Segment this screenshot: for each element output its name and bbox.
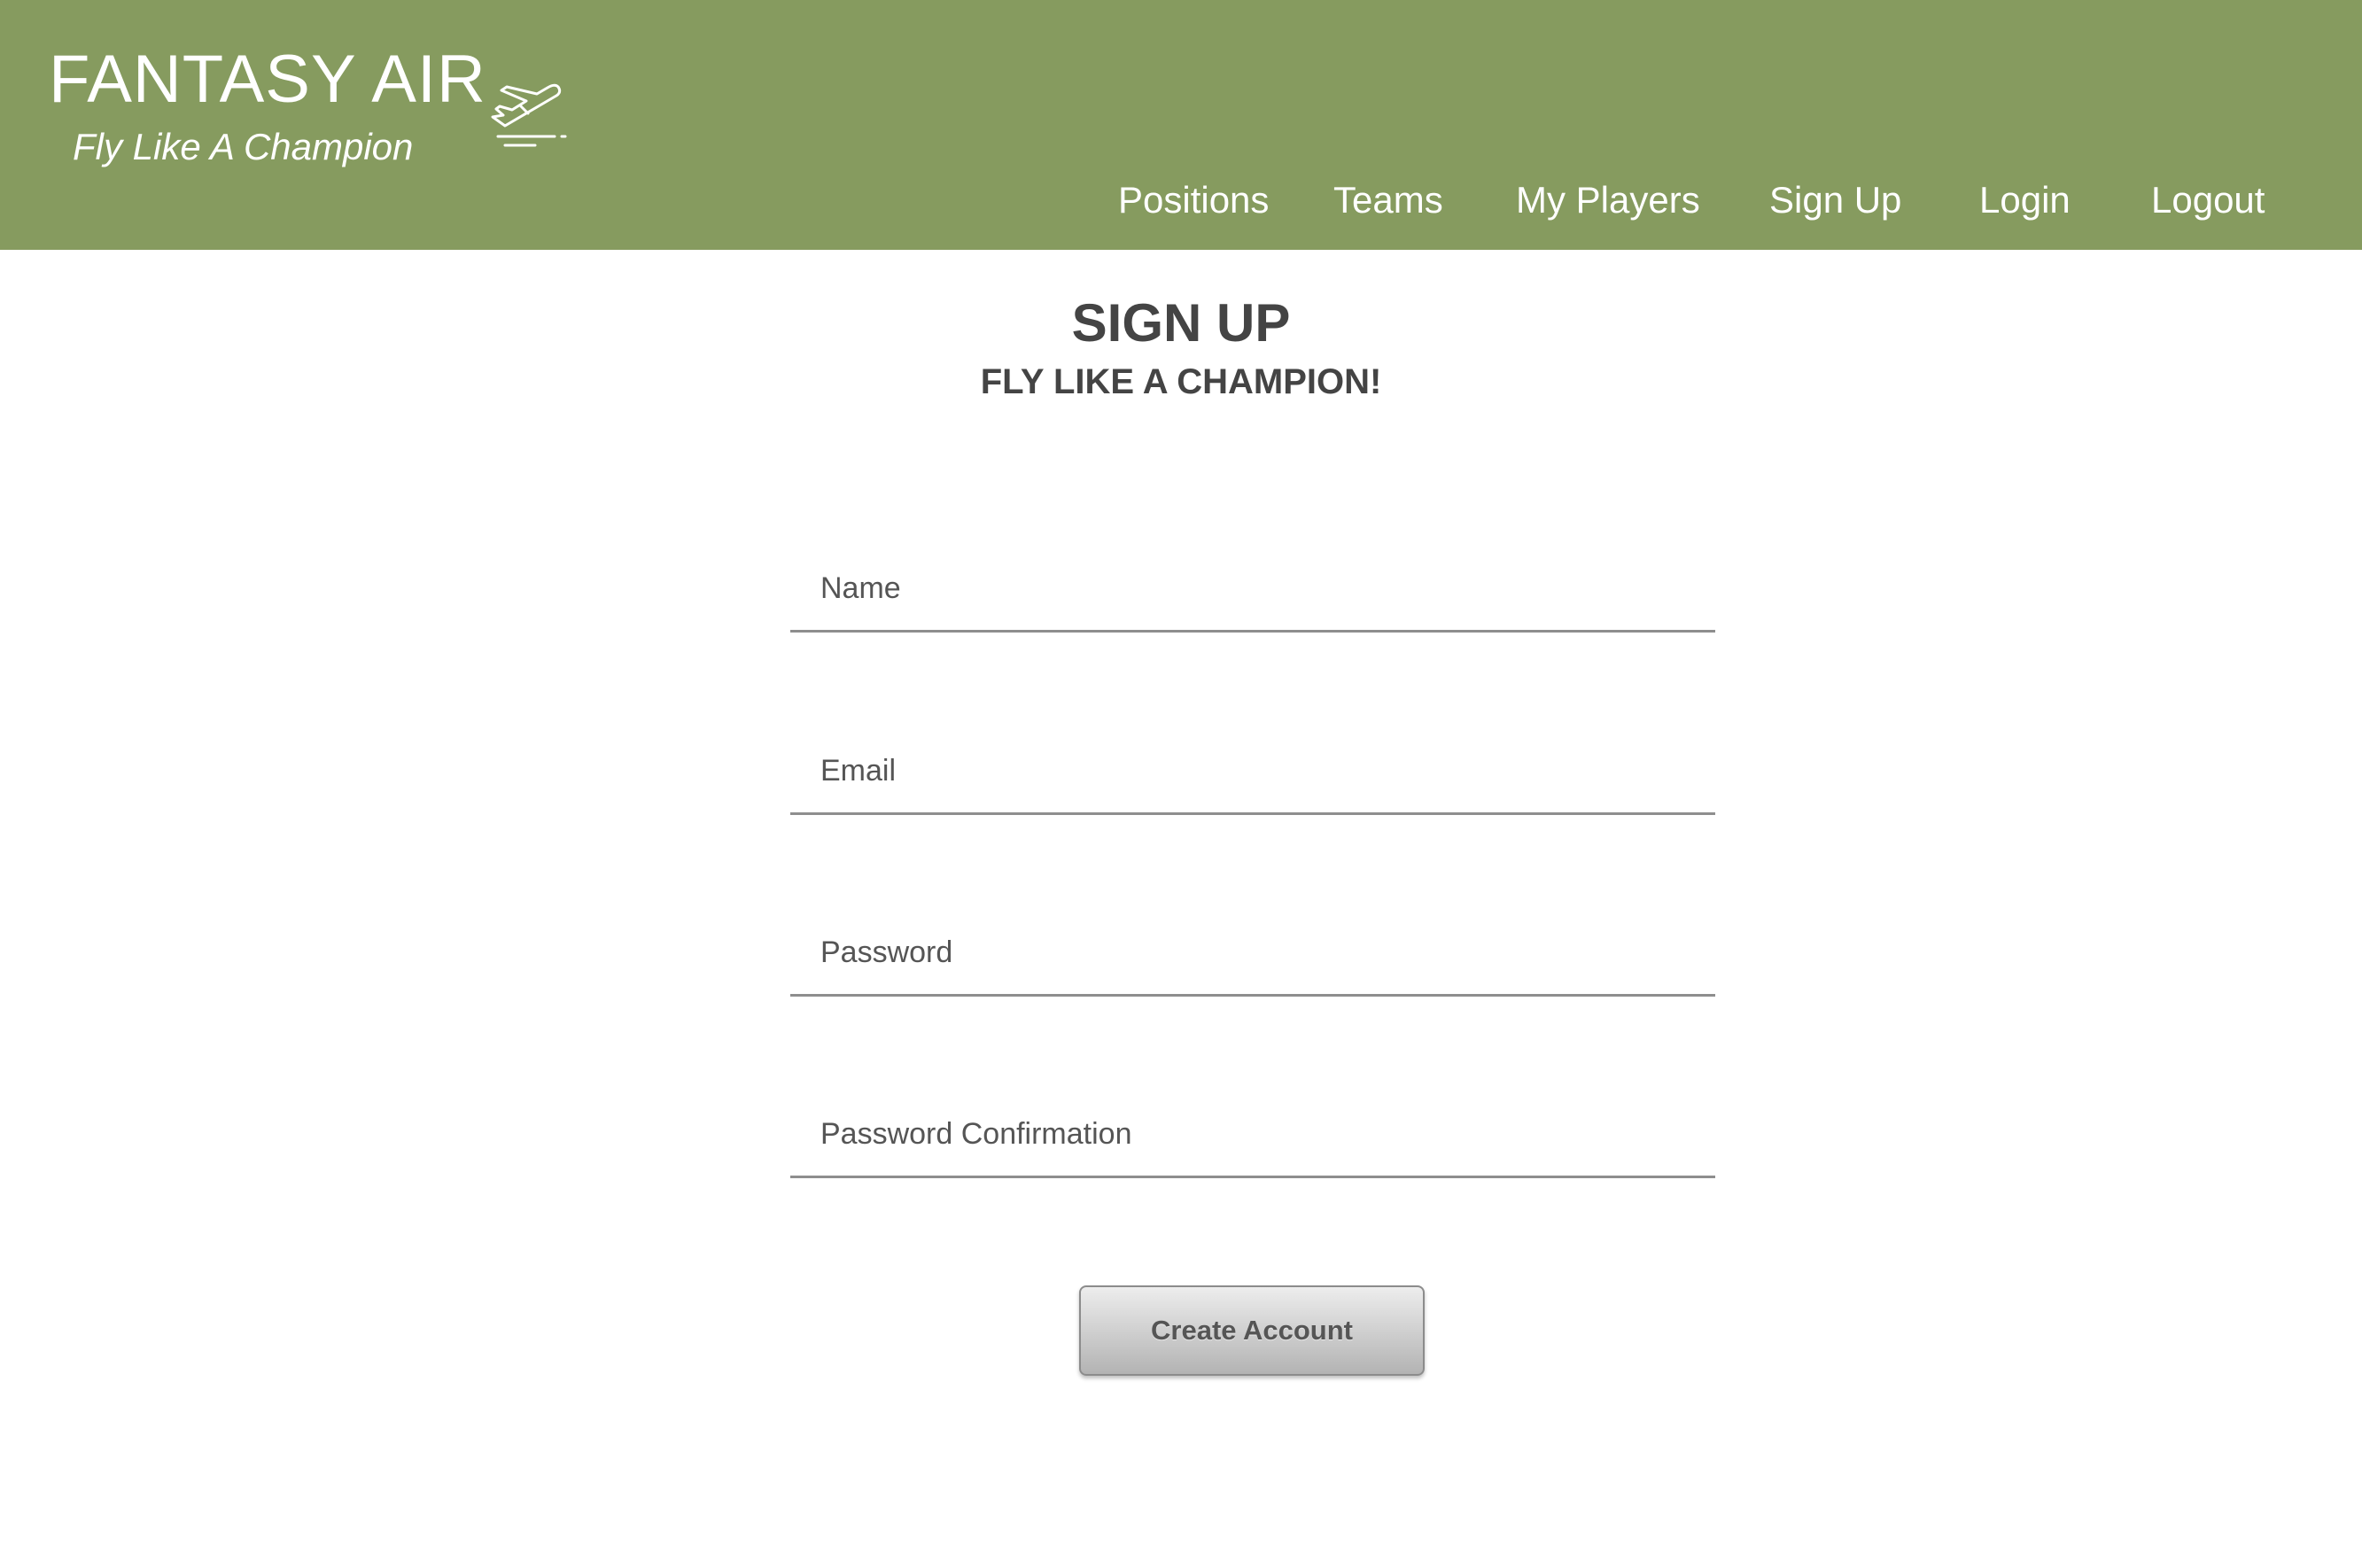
nav-sign-up[interactable]: Sign Up — [1769, 172, 1901, 229]
nav-my-players[interactable]: My Players — [1516, 172, 1700, 229]
password-confirmation-field[interactable] — [790, 1093, 1715, 1178]
brand-title[interactable]: FANTASY AIR — [49, 37, 486, 122]
name-field[interactable] — [790, 547, 1715, 633]
nav-positions[interactable]: Positions — [1118, 172, 1269, 229]
brand-tagline: Fly Like A Champion — [73, 126, 414, 167]
email-field[interactable] — [790, 730, 1715, 815]
create-account-button[interactable]: Create Account — [1079, 1285, 1425, 1376]
page-title: SIGN UP — [1071, 293, 1291, 353]
page-subtitle: FLY LIKE A CHAMPION! — [980, 362, 1382, 401]
nav-logout[interactable]: Logout — [2151, 172, 2265, 229]
password-field[interactable] — [790, 912, 1715, 997]
nav-login[interactable]: Login — [1979, 172, 2071, 229]
nav-teams[interactable]: Teams — [1333, 172, 1443, 229]
plane-takeoff-icon — [491, 83, 567, 147]
site-header: FANTASY AIR Fly Like A Champion Position… — [0, 0, 2362, 250]
